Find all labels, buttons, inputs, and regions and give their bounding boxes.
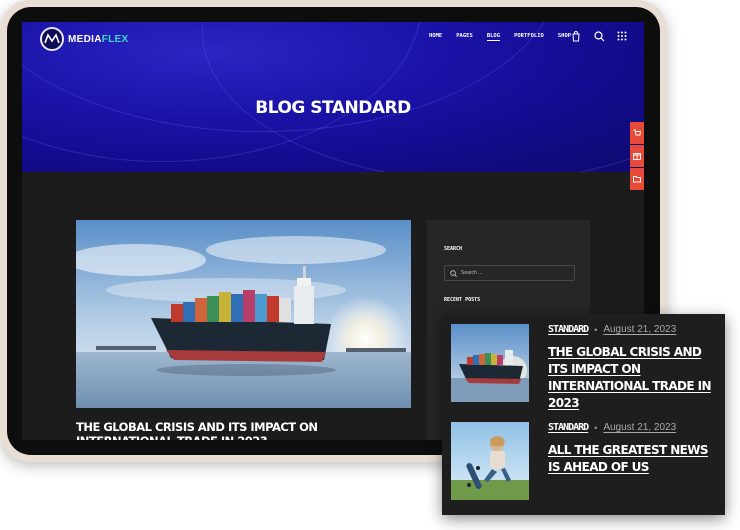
recent-post-meta: STANDARD • August 21, 2023 <box>548 422 676 433</box>
search-input[interactable] <box>461 270 571 276</box>
nav-item-portfolio[interactable]: PORTFOLIO <box>514 33 544 41</box>
recent-post-title-link[interactable]: ALL THE GREATEST NEWS IS AHEAD OF US <box>548 442 723 476</box>
post-category-link[interactable]: STANDARD <box>548 324 589 335</box>
cart-icon[interactable] <box>630 122 644 144</box>
logo-name-main: MEDIA <box>68 33 102 45</box>
grid-menu-icon[interactable] <box>616 30 628 42</box>
recent-post-meta: STANDARD • August 21, 2023 <box>548 324 676 335</box>
hero-swirl <box>202 22 644 172</box>
search-icon <box>450 269 457 277</box>
recent-posts-label: RECENT POSTS <box>444 297 481 303</box>
search-label: SEARCH <box>444 246 463 252</box>
nav-item-blog[interactable]: BLOG <box>486 33 501 41</box>
main-nav: HOME PAGES BLOG PORTFOLIO SHOP <box>429 33 571 41</box>
site-logo[interactable]: MEDIAFLEX <box>40 27 129 51</box>
post-date-link[interactable]: August 21, 2023 <box>603 422 676 433</box>
cart-icon[interactable] <box>570 30 582 42</box>
recent-post-item[interactable]: STANDARD • August 21, 2023 THE GLOBAL CR… <box>451 324 721 410</box>
meta-separator: • <box>594 422 598 433</box>
gift-icon[interactable] <box>630 145 644 167</box>
nav-item-pages[interactable]: PAGES <box>456 33 473 41</box>
logo-name-accent: FLEX <box>101 33 129 45</box>
person-with-skateboard-thumb[interactable] <box>451 422 529 500</box>
cargo-ship-thumb[interactable] <box>451 324 529 402</box>
nav-item-home[interactable]: HOME <box>429 33 442 41</box>
post-title[interactable]: THE GLOBAL CRISIS AND ITS IMPACT ON INTE… <box>76 420 411 440</box>
nav-icons <box>570 30 628 42</box>
folder-icon[interactable] <box>630 168 644 190</box>
meta-separator: • <box>594 324 598 335</box>
recent-post-item[interactable]: STANDARD • August 21, 2023 ALL THE GREAT… <box>451 422 721 502</box>
search-field[interactable] <box>444 265 575 281</box>
post-category-link[interactable]: STANDARD <box>548 422 589 433</box>
post-date-link[interactable]: August 21, 2023 <box>603 324 676 335</box>
logo-mark-icon <box>40 27 64 51</box>
recent-post-title-link[interactable]: THE GLOBAL CRISIS AND ITS IMPACT ON INTE… <box>548 344 723 412</box>
page-title: BLOG STANDARD <box>255 98 411 118</box>
hero-banner: MEDIAFLEX HOME PAGES BLOG PORTFOLIO SHOP… <box>22 22 644 172</box>
cargo-ship-image[interactable] <box>76 220 411 408</box>
recent-posts-popup: STANDARD • August 21, 2023 THE GLOBAL CR… <box>442 314 725 515</box>
side-action-bar <box>630 122 644 191</box>
logo-text: MEDIAFLEX <box>68 34 129 45</box>
search-icon[interactable] <box>593 30 605 42</box>
